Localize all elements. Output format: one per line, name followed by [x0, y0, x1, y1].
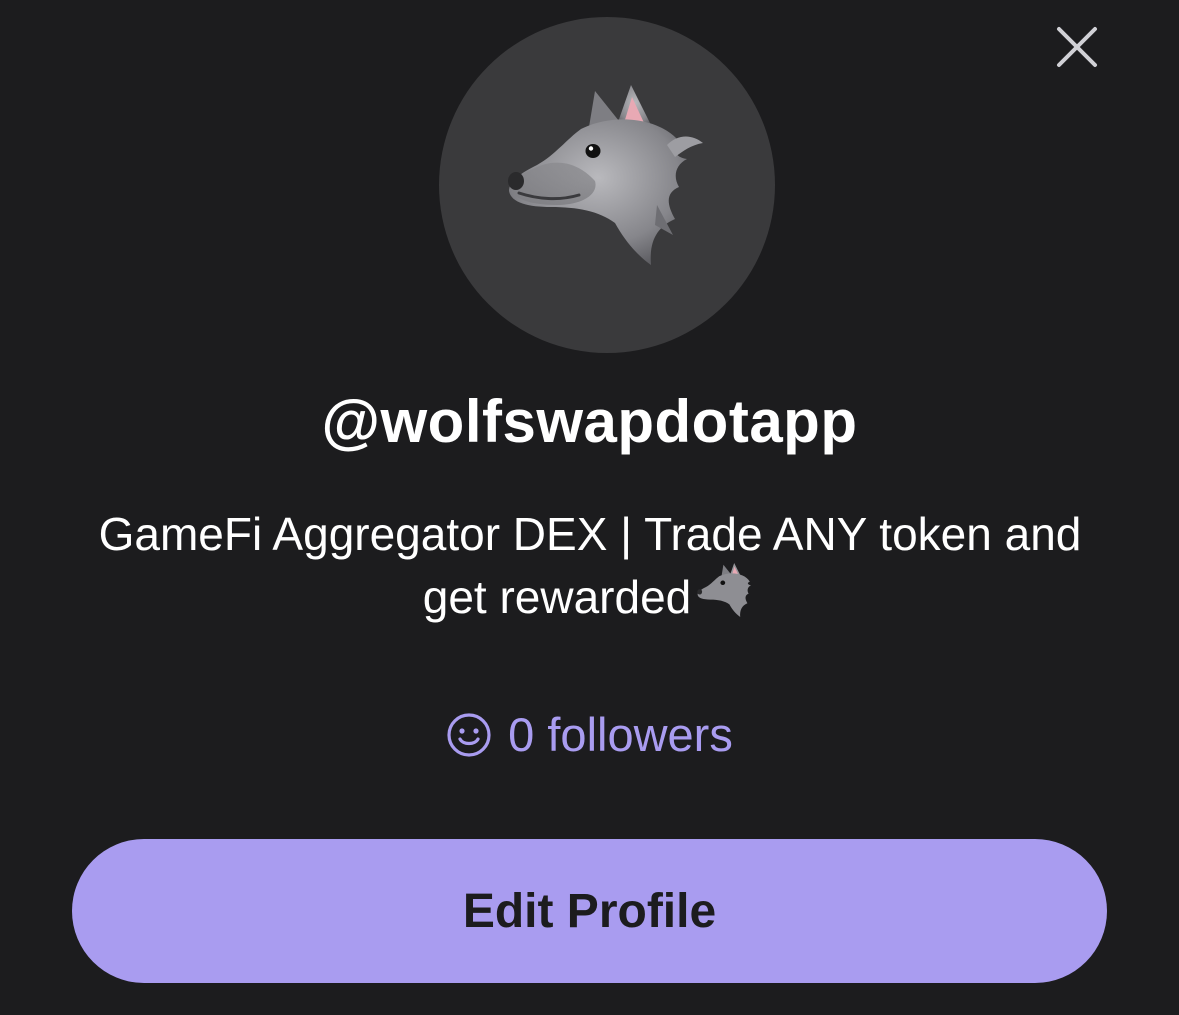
close-icon [1057, 27, 1097, 67]
close-button[interactable] [1052, 22, 1102, 72]
bio: GameFi Aggregator DEX | Trade ANY token … [90, 505, 1090, 636]
username: @wolfswapdotapp [321, 388, 858, 455]
profile-sheet: @wolfswapdotapp GameFi Aggregator DEX | … [0, 0, 1179, 1015]
followers-link[interactable]: 0 followers [0, 705, 1179, 765]
bio-text: GameFi Aggregator DEX | Trade ANY token … [98, 508, 1082, 623]
followers-count: 0 followers [508, 708, 733, 761]
wolf-emoji-icon [697, 563, 757, 636]
wolf-emoji-icon [508, 85, 703, 265]
avatar[interactable] [439, 17, 775, 353]
edit-profile-button[interactable]: Edit Profile [72, 839, 1107, 983]
smiley-icon [447, 713, 491, 757]
